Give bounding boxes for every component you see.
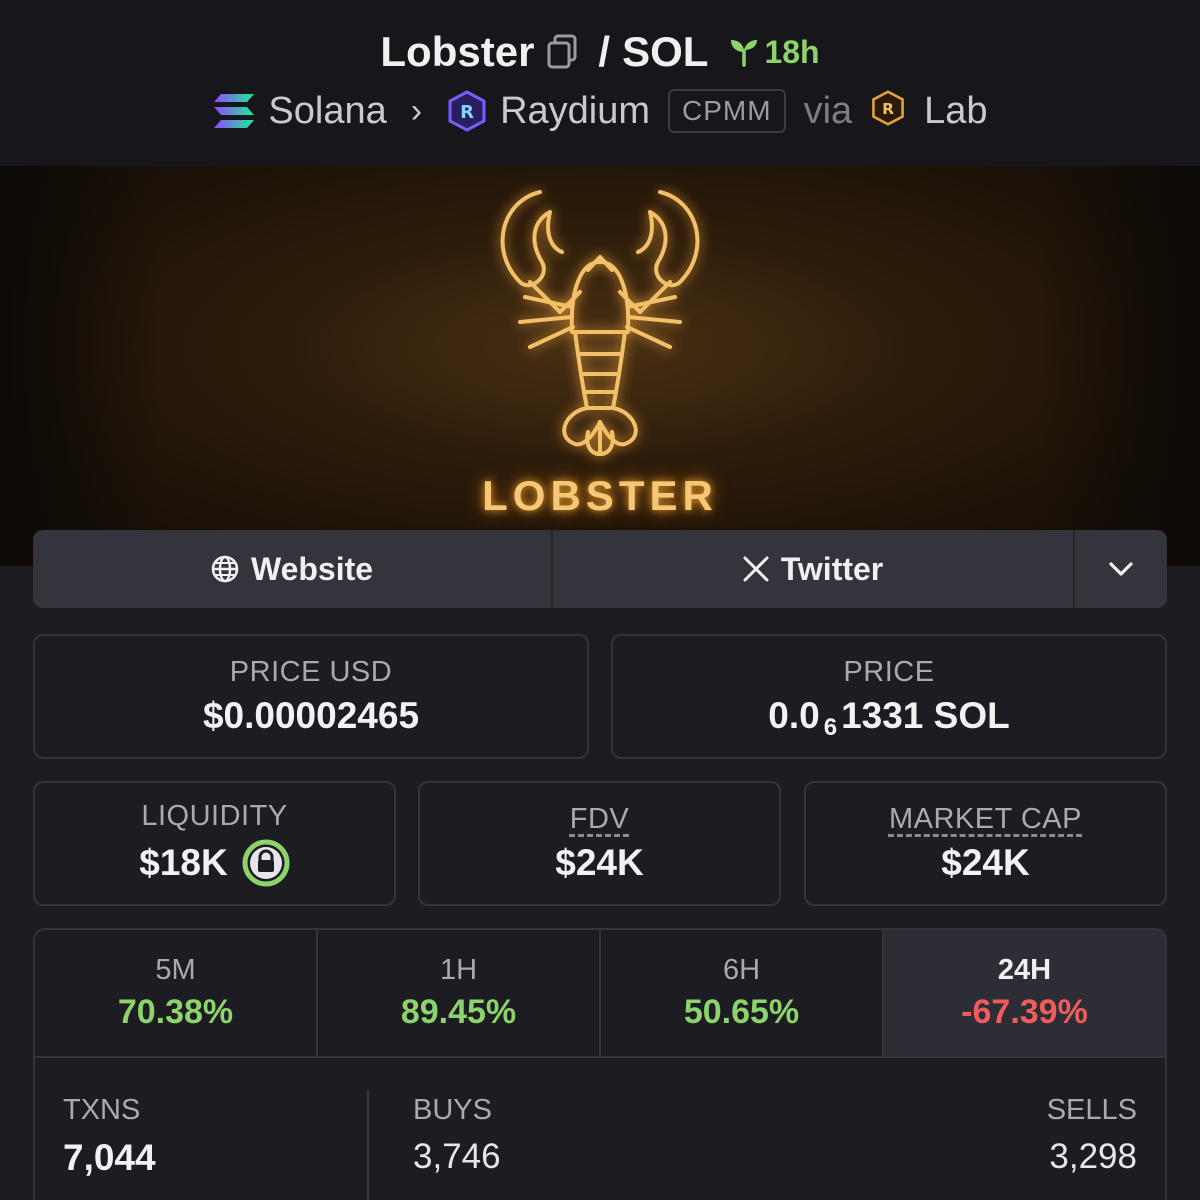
liquidity-value-row: $18K <box>139 839 290 887</box>
price-change-value: -67.39% <box>961 993 1088 1031</box>
tab-1h[interactable]: 1H 89.45% <box>318 930 601 1056</box>
txns-value: 7,044 <box>63 1137 156 1178</box>
social-links-bar: Website Twitter <box>33 530 1167 608</box>
lock-icon[interactable] <box>242 839 290 887</box>
tab-5m[interactable]: 5M 70.38% <box>35 930 318 1056</box>
chevron-right-icon: › <box>410 91 423 130</box>
sells-block: SELLS 3,298 <box>1047 1094 1137 1177</box>
buys-label: BUYS <box>413 1094 492 1126</box>
txns-label: TXNS <box>63 1094 141 1126</box>
tab-label: 6H <box>722 954 761 986</box>
price-native-card: PRICE 0.0 6 1331 SOL <box>611 634 1167 759</box>
lobster-neon-icon <box>500 190 700 456</box>
globe-icon <box>211 555 239 583</box>
website-label: Website <box>250 550 374 587</box>
more-links-button[interactable] <box>1075 530 1167 608</box>
liquidity-value: $18K <box>139 842 228 883</box>
x-logo-icon <box>743 556 769 582</box>
price-change-value: 50.65% <box>683 993 800 1031</box>
banner-title: LOBSTER <box>482 472 718 519</box>
fdv-value: $24K <box>555 842 644 883</box>
market-cap-label[interactable]: MARKET CAP <box>889 803 1082 836</box>
token-name: Lobster <box>380 28 535 75</box>
buys-block: BUYS 3,746 <box>413 1094 501 1177</box>
quote-symbol: SOL <box>622 28 709 75</box>
liquidity-label: LIQUIDITY <box>141 800 288 832</box>
seedling-icon <box>731 40 758 67</box>
svg-text:R: R <box>460 102 474 123</box>
fdv-card: FDV $24K <box>418 781 781 906</box>
launchpad-link[interactable]: Lab <box>924 90 987 133</box>
price-change-value: 89.45% <box>400 993 517 1031</box>
timeframe-panel: 5M 70.38% 1H 89.45% 6H 50.65% 24H -67.39… <box>33 928 1167 1200</box>
liquidity-card: LIQUIDITY $18K <box>33 781 396 906</box>
price-usd-label: PRICE USD <box>229 656 393 688</box>
chevron-down-icon <box>1109 562 1133 576</box>
price-usd-value: $0.00002465 <box>202 695 420 736</box>
buys-value: 3,746 <box>413 1137 501 1176</box>
price-native-prefix: 0.0 <box>768 695 820 736</box>
pair-title-row: Lobster / SOL 18h <box>0 22 1200 82</box>
dex-link[interactable]: Raydium <box>500 90 650 133</box>
price-native-zero-count: 6 <box>823 714 838 741</box>
tab-24h[interactable]: 24H -67.39% <box>884 930 1165 1056</box>
transactions-section: TXNS 7,044 BUYS 3,746 SELLS 3,298 <box>35 1058 1165 1200</box>
price-change-value: 70.38% <box>117 993 234 1031</box>
pair-breadcrumb: Solana › R Raydium CPMM via R Lab <box>0 84 1200 138</box>
pair-separator: / <box>598 28 611 75</box>
divider <box>367 1090 369 1200</box>
solana-logo-icon <box>212 92 256 130</box>
price-native-value: 0.0 6 1331 SOL <box>768 695 1010 741</box>
price-native-label: PRICE <box>843 656 935 688</box>
copy-icon[interactable] <box>546 34 578 70</box>
chain-link[interactable]: Solana <box>268 90 386 133</box>
fdv-label[interactable]: FDV <box>570 803 630 836</box>
pair-header: Lobster / SOL 18h Solana › R Raydium CPM… <box>0 0 1200 166</box>
twitter-button[interactable]: Twitter <box>553 530 1075 608</box>
market-cap-card: MARKET CAP $24K <box>804 781 1167 906</box>
price-native-suffix: 1331 SOL <box>841 695 1010 736</box>
txns-block: TXNS 7,044 <box>63 1094 156 1179</box>
token-banner: LOBSTER <box>0 166 1200 566</box>
market-cap-value: $24K <box>941 842 1030 883</box>
tab-label: 24H <box>997 954 1052 986</box>
website-button[interactable]: Website <box>33 530 553 608</box>
tab-6h[interactable]: 6H 50.65% <box>601 930 884 1056</box>
timeframe-tabs: 5M 70.38% 1H 89.45% 6H 50.65% 24H -67.39… <box>35 930 1165 1058</box>
twitter-label: Twitter <box>780 550 884 587</box>
pool-type-badge: CPMM <box>668 89 786 133</box>
pair-age-text: 18h <box>764 33 820 70</box>
sells-value: 3,298 <box>1049 1137 1137 1176</box>
svg-text:R: R <box>882 100 894 118</box>
raydium-logo-icon: R <box>446 90 488 132</box>
via-label: via <box>803 89 853 132</box>
lab-logo-icon: R <box>870 90 912 132</box>
price-usd-card: PRICE USD $0.00002465 <box>33 634 589 759</box>
tab-label: 5M <box>155 954 196 986</box>
sells-label: SELLS <box>1046 1094 1137 1126</box>
pair-age: 18h <box>728 33 820 71</box>
tab-label: 1H <box>439 954 478 986</box>
